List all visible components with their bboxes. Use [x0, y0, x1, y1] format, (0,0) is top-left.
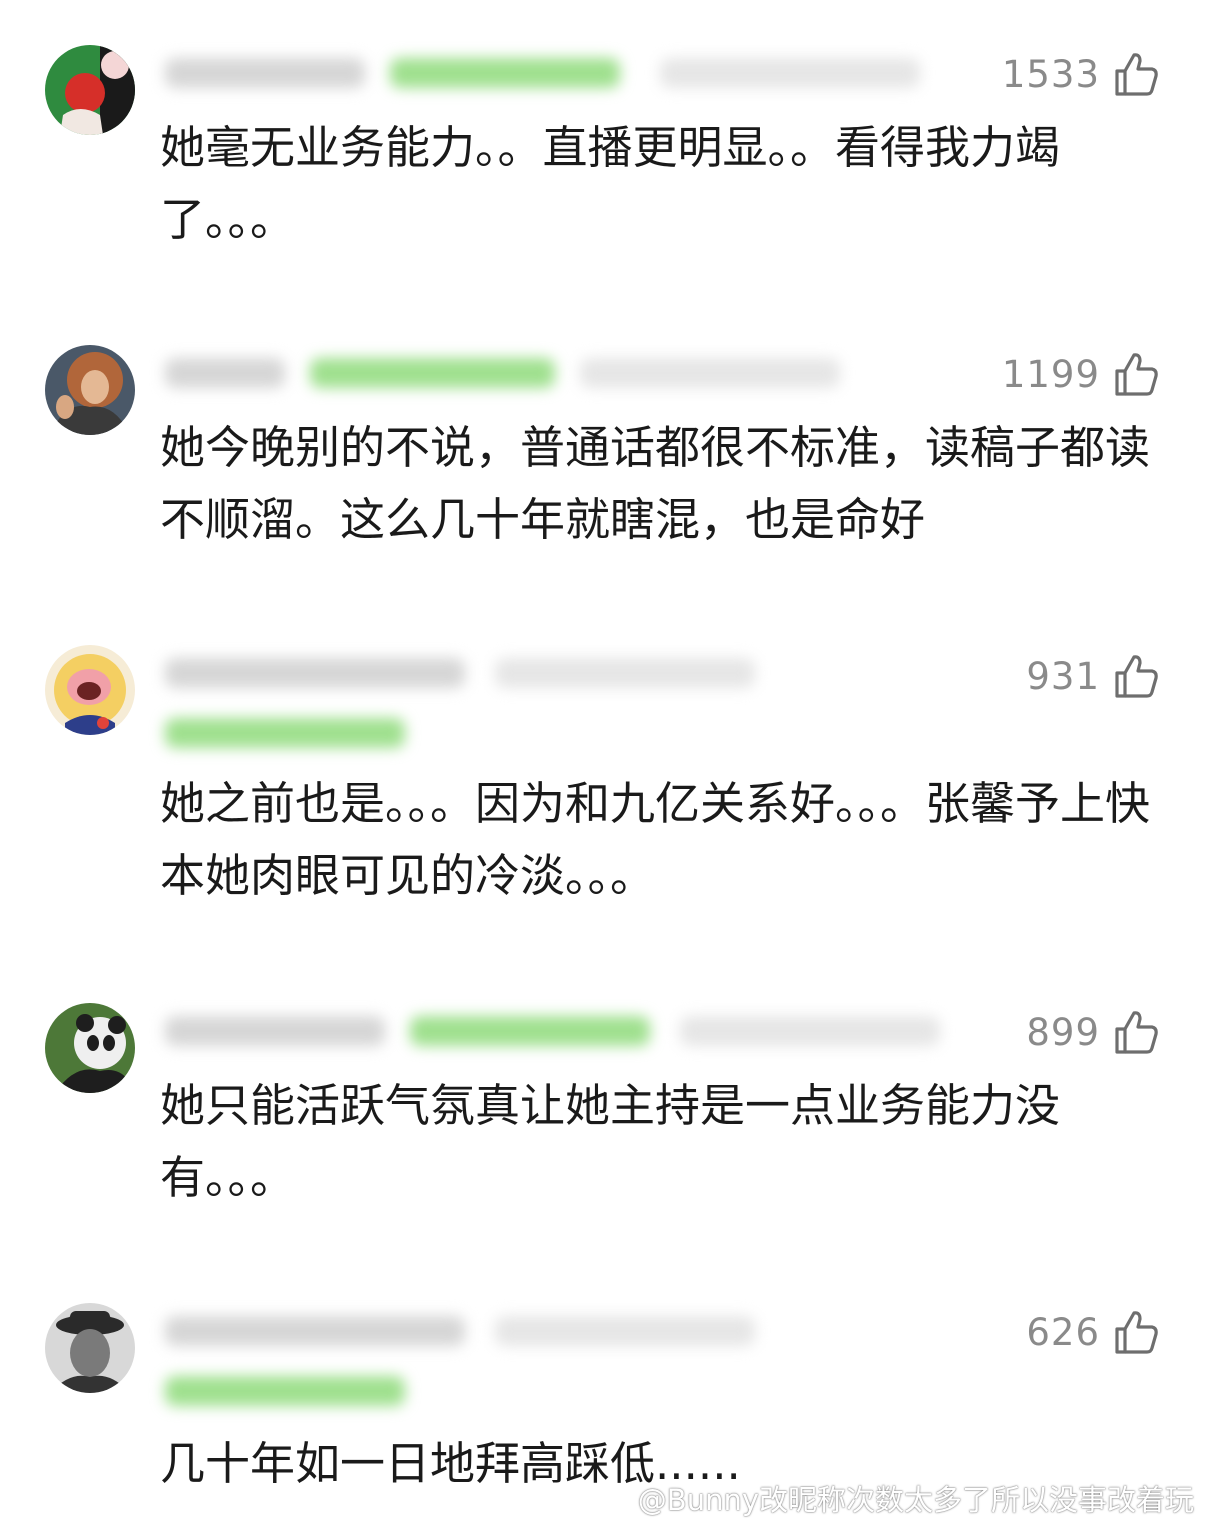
dark-hat-person-avatar: [45, 1303, 135, 1393]
meta-blurred: [495, 1316, 755, 1346]
user-avatar[interactable]: [45, 1003, 135, 1093]
comment-text: 她只能活跃气氛真让她主持是一点业务能力没有。。。: [160, 1079, 1061, 1204]
thumbs-up-icon: [1115, 53, 1158, 96]
username-blurred: [165, 1316, 465, 1346]
like-count: 899: [1026, 1010, 1100, 1054]
comment-text: 她今晚别的不说，普通话都很不标准，读稿子都读不顺溜。这么几十年就瞎混，也是命好: [160, 421, 1151, 546]
username-blurred: [165, 1016, 385, 1046]
cartoon-character-avatar: [45, 645, 135, 735]
comment-text: 她毫无业务能力。。直播更明显。。看得我力竭了。。。: [160, 121, 1061, 246]
panda-avatar: [45, 1003, 135, 1093]
thumbs-up-icon: [1115, 1011, 1158, 1054]
username-blurred: [165, 658, 465, 688]
username-blurred: [165, 58, 365, 88]
comment-text: 她之前也是。。。因为和九亿关系好。。。张馨予上快本她肉眼可见的冷淡。。。: [160, 777, 1151, 902]
user-avatar[interactable]: [45, 1303, 135, 1393]
apple-hand-avatar: [45, 45, 135, 135]
badge-blurred: [165, 718, 405, 748]
meta-blurred: [680, 1016, 940, 1046]
user-avatar[interactable]: [45, 45, 135, 135]
watermark: @Bunny改昵称次数太多了所以没事改着玩: [598, 1477, 1194, 1519]
thumbs-up-icon: [1115, 655, 1158, 698]
like-button[interactable]: 899: [1026, 1004, 1160, 1060]
like-button[interactable]: 931: [1026, 648, 1160, 704]
weibo-logo-icon: [598, 1486, 630, 1512]
meta-blurred: [495, 658, 755, 688]
badge-blurred: [410, 1016, 650, 1046]
like-button[interactable]: 1199: [1002, 346, 1160, 402]
meta-blurred: [580, 358, 840, 388]
thumbs-up-icon: [1115, 353, 1158, 396]
meta-blurred: [660, 58, 920, 88]
watermark-text: @Bunny改昵称次数太多了所以没事改着玩: [637, 1483, 1194, 1517]
like-button[interactable]: 1533: [1002, 46, 1160, 102]
badge-blurred: [390, 58, 620, 88]
like-count: 626: [1026, 1310, 1100, 1354]
badge-blurred: [165, 1376, 405, 1406]
user-avatar[interactable]: [45, 345, 135, 435]
like-count: 931: [1026, 654, 1100, 698]
like-count: 1533: [1001, 52, 1100, 96]
thumbs-up-icon: [1115, 1311, 1158, 1354]
like-count: 1199: [1001, 352, 1100, 396]
curly-hair-person-avatar: [45, 345, 135, 435]
badge-blurred: [310, 358, 555, 388]
like-button[interactable]: 626: [1026, 1304, 1160, 1360]
user-avatar[interactable]: [45, 645, 135, 735]
username-blurred: [165, 358, 285, 388]
